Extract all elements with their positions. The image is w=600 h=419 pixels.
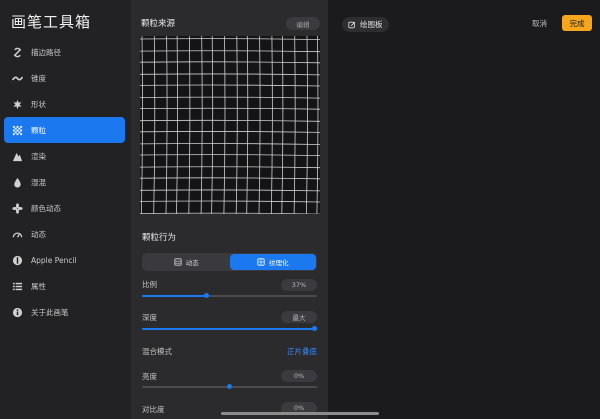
sidebar-item-about-brush[interactable]: 关于此画笔 — [4, 299, 125, 325]
blend-mode-value[interactable]: 正片叠底 — [287, 346, 317, 357]
sidebar-item-label: 湿混 — [31, 177, 46, 187]
properties-icon — [12, 281, 23, 292]
apple-pencil-icon — [12, 255, 23, 266]
rendering-icon — [12, 151, 23, 162]
depth-value[interactable]: 最大 — [281, 311, 317, 323]
brightness-slider[interactable] — [142, 384, 317, 389]
dynamics-icon — [12, 229, 23, 240]
drawing-pad-area[interactable]: 绘图板 取消 完成 — [328, 0, 600, 419]
scale-label: 比例 — [142, 280, 157, 289]
color-dynamics-icon — [12, 202, 23, 214]
grain-source-preview[interactable] — [140, 36, 320, 214]
grain-mode-segmented-control: 动态 纹理化 — [142, 253, 317, 271]
wet-mix-icon — [12, 177, 23, 188]
sidebar-item-label: 属性 — [31, 281, 46, 291]
cancel-button[interactable]: 取消 — [532, 18, 547, 29]
sidebar-item-label: 渲染 — [31, 151, 46, 161]
edit-grain-button[interactable]: 编辑 — [286, 17, 320, 30]
segment-moving[interactable]: 动态 — [143, 254, 230, 270]
sidebar-item-label: 描边路径 — [31, 47, 61, 57]
sidebar-item-taper[interactable]: 锥度 — [4, 65, 125, 91]
sidebar-item-dynamics[interactable]: 动态 — [4, 221, 125, 247]
drawing-pad-button[interactable]: 绘图板 — [342, 17, 389, 32]
scale-slider[interactable] — [142, 293, 317, 298]
sidebar-item-apple-pencil[interactable]: Apple Pencil — [4, 247, 125, 273]
edit-pencil-icon — [348, 21, 356, 28]
sidebar-item-grain[interactable]: 颗粒 — [4, 117, 125, 143]
slider-fill — [142, 295, 207, 297]
home-indicator[interactable] — [221, 412, 379, 415]
moving-grain-icon — [174, 258, 182, 266]
grain-source-title: 颗粒来源 — [141, 19, 176, 29]
grain-icon — [12, 125, 23, 136]
segment-label: 动态 — [185, 259, 199, 267]
about-brush-icon — [12, 307, 23, 318]
sidebar-item-label: 关于此画笔 — [31, 307, 69, 317]
grain-behavior-title: 颗粒行为 — [142, 233, 177, 243]
scale-value[interactable]: 37% — [281, 279, 317, 291]
sidebar-item-rendering[interactable]: 渲染 — [4, 143, 125, 169]
slider-knob[interactable] — [312, 326, 317, 331]
sidebar-item-label: 颜色动态 — [31, 203, 61, 213]
sidebar-item-shape[interactable]: 形状 — [4, 91, 125, 117]
slider-knob[interactable] — [204, 293, 210, 298]
drawing-pad-label: 绘图板 — [360, 20, 383, 29]
done-button[interactable]: 完成 — [562, 15, 592, 31]
contrast-label: 对比度 — [142, 405, 165, 414]
depth-label: 深度 — [142, 313, 157, 322]
texturized-grain-icon — [257, 258, 265, 266]
sidebar-title: 画笔工具箱 — [11, 13, 92, 31]
sidebar-list: 描边路径 锥度 形状 颗粒 渲染 湿混 颜色动态 动态 Apple Pencil… — [4, 39, 125, 325]
sidebar-item-label: 形状 — [31, 99, 46, 109]
segment-label: 纹理化 — [269, 259, 289, 267]
sidebar-item-color-dynamics[interactable]: 颜色动态 — [4, 195, 125, 221]
depth-slider[interactable] — [142, 326, 317, 331]
sidebar-item-label: 锥度 — [31, 73, 46, 83]
sidebar-item-label: Apple Pencil — [31, 255, 77, 265]
sidebar-item-properties[interactable]: 属性 — [4, 273, 125, 299]
grain-settings-panel: 颗粒来源 编辑 颗粒行为 动态 纹理化 比例 37% 深度 最大 混合模式 正片… — [131, 0, 328, 419]
sidebar-item-label: 动态 — [31, 229, 46, 239]
sidebar-item-label: 颗粒 — [31, 125, 46, 135]
blend-mode-label: 混合模式 — [142, 347, 172, 356]
taper-icon — [12, 73, 23, 84]
slider-fill — [142, 328, 317, 330]
segment-texturized[interactable]: 纹理化 — [229, 254, 316, 270]
brightness-value[interactable]: 0% — [281, 370, 317, 382]
brush-studio-sidebar: 画笔工具箱 描边路径 锥度 形状 颗粒 渲染 湿混 颜色动态 动态 Apple … — [0, 0, 131, 419]
brightness-label: 亮度 — [142, 372, 157, 381]
slider-knob[interactable] — [227, 384, 232, 389]
sidebar-item-wet-mix[interactable]: 湿混 — [4, 169, 125, 195]
sidebar-item-stroke-path[interactable]: 描边路径 — [4, 39, 125, 65]
stroke-path-icon — [12, 47, 23, 58]
grain-grid-image — [140, 36, 320, 214]
shape-icon — [12, 99, 23, 110]
